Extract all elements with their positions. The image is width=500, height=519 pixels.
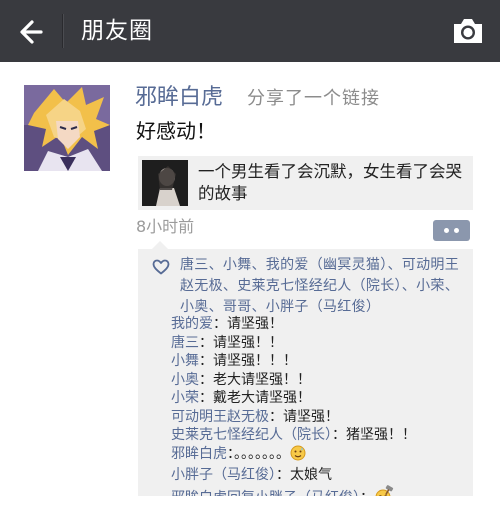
comment-text: 请坚强！！！ <box>213 353 297 369</box>
camera-icon[interactable] <box>451 16 485 46</box>
comment-panel: 唐三、小舞、我的爱（幽冥灵猫）、可动明王赵无极、史莱克七怪经纪人（院长）、小荣、… <box>138 241 473 506</box>
comment-separator: ： <box>199 353 213 369</box>
comment-list: 我的爱：请坚强！ 唐三：请坚强！！ 小舞：请坚强！！！ 小奥：老大请坚强！！ 小… <box>171 315 471 510</box>
comment-text: 请坚强！ <box>227 316 283 332</box>
header-divider <box>62 14 63 48</box>
comment-text: 请坚强！ <box>283 408 339 425</box>
dot-icon <box>444 228 449 233</box>
link-card[interactable]: 一个男生看了会沉默，女生看了会哭的故事 <box>138 156 473 210</box>
heart-icon <box>152 259 170 275</box>
panel-arrow <box>152 241 168 249</box>
comment-text: 猪坚强！！ <box>346 427 416 443</box>
comment-separator: ： <box>213 316 227 332</box>
post-author[interactable]: 邪眸白虎 <box>135 84 223 112</box>
comment-author[interactable]: 我的爱 <box>171 316 213 332</box>
comment-item[interactable]: 小舞：请坚强！！！ <box>171 352 471 371</box>
comment-author[interactable]: 可动明王赵无极 <box>171 409 269 425</box>
comment-text: 戴老大请坚强！ <box>213 390 311 406</box>
comment-separator: ： <box>227 445 234 462</box>
comment-item[interactable]: 小胖子（马红俊）：太娘气 <box>171 466 471 485</box>
comment-author[interactable]: 小荣 <box>171 390 199 406</box>
avatar[interactable] <box>24 85 110 171</box>
link-thumbnail <box>142 160 188 206</box>
comment-item[interactable]: 小奥：老大请坚强！！ <box>171 371 471 390</box>
page-title: 朋友圈 <box>81 18 153 44</box>
comment-item[interactable]: 邪眸白虎：。。。。。。。 <box>171 445 471 467</box>
dot-icon <box>454 228 459 233</box>
comment-author[interactable]: 史莱克七怪经纪人（院长） <box>171 427 332 443</box>
comment-item[interactable]: 小荣：戴老大请坚强！ <box>171 389 471 408</box>
comment-author[interactable]: 邪眸白虎 <box>171 446 227 462</box>
post-action: 分享了一个链接 <box>247 88 380 109</box>
comment-item[interactable]: 我的爱：请坚强！ <box>171 315 471 334</box>
comment-text: 老大请坚强！！ <box>213 371 311 388</box>
comment-item[interactable]: 可动明王赵无极：请坚强！ <box>171 408 471 427</box>
comment-author[interactable]: 小舞 <box>171 353 199 369</box>
comment-author[interactable]: 唐三 <box>171 335 199 351</box>
comment-separator: ： <box>199 371 213 388</box>
post-time: 8小时前 <box>136 217 195 236</box>
more-options-button[interactable] <box>433 220 470 241</box>
post-text: 好感动！ <box>136 119 216 143</box>
comment-separator: ： <box>276 467 290 483</box>
top-bar: 朋友圈 <box>0 0 500 62</box>
comment-item[interactable]: 唐三：请坚强！！ <box>171 334 471 353</box>
comment-separator: ： <box>269 408 283 425</box>
link-title: 一个男生看了会沉默，女生看了会哭的故事 <box>198 162 462 203</box>
comment-item[interactable]: 史莱克七怪经纪人（院长）：猪坚强！！ <box>171 426 471 445</box>
comment-separator: ： <box>199 334 213 351</box>
comment-author[interactable]: 小奥 <box>171 372 199 388</box>
comment-text: 。。。。。。。 <box>234 445 290 462</box>
back-arrow-icon[interactable] <box>14 16 46 48</box>
bottom-area <box>0 496 500 519</box>
comment-text: 太娘气 <box>290 467 332 483</box>
comment-separator: ： <box>332 427 346 443</box>
comment-text: 请坚强！！ <box>213 334 283 351</box>
likes-names[interactable]: 唐三、小舞、我的爱（幽冥灵猫）、可动明王赵无极、史莱克七怪经纪人（院长）、小荣、… <box>180 255 470 318</box>
comment-author[interactable]: 小胖子（马红俊） <box>171 467 276 483</box>
comment-separator: ： <box>199 390 213 406</box>
sweat-smile-emoji <box>290 445 306 467</box>
